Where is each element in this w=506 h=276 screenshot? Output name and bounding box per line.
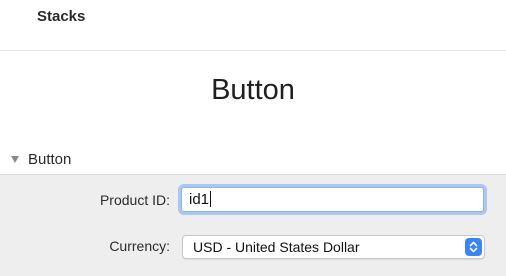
currency-selected-value: USD - United States Dollar (193, 239, 360, 255)
header-divider (0, 50, 506, 51)
button-settings-panel: Product ID: id1 Currency: USD - United S… (0, 174, 506, 276)
chevron-up-down-icon[interactable] (465, 238, 482, 256)
product-id-row: Product ID: id1 (0, 186, 506, 216)
section-disclosure-header[interactable]: Button (11, 149, 71, 169)
product-id-value: id1 (189, 191, 210, 208)
stacks-header-label: Stacks (37, 8, 86, 25)
section-title: Button (28, 150, 72, 168)
inspector-window: Stacks Button Button Product ID: id1 Cur… (0, 0, 506, 276)
product-id-label: Product ID: (99, 192, 170, 208)
currency-select[interactable]: USD - United States Dollar (182, 235, 485, 259)
product-id-field[interactable]: id1 (181, 187, 484, 212)
currency-label: Currency: (109, 238, 170, 254)
triangle-down-icon[interactable] (11, 156, 19, 163)
text-caret (210, 191, 212, 207)
currency-row: Currency: USD - United States Dollar (0, 230, 506, 260)
page-title: Button (211, 74, 295, 106)
